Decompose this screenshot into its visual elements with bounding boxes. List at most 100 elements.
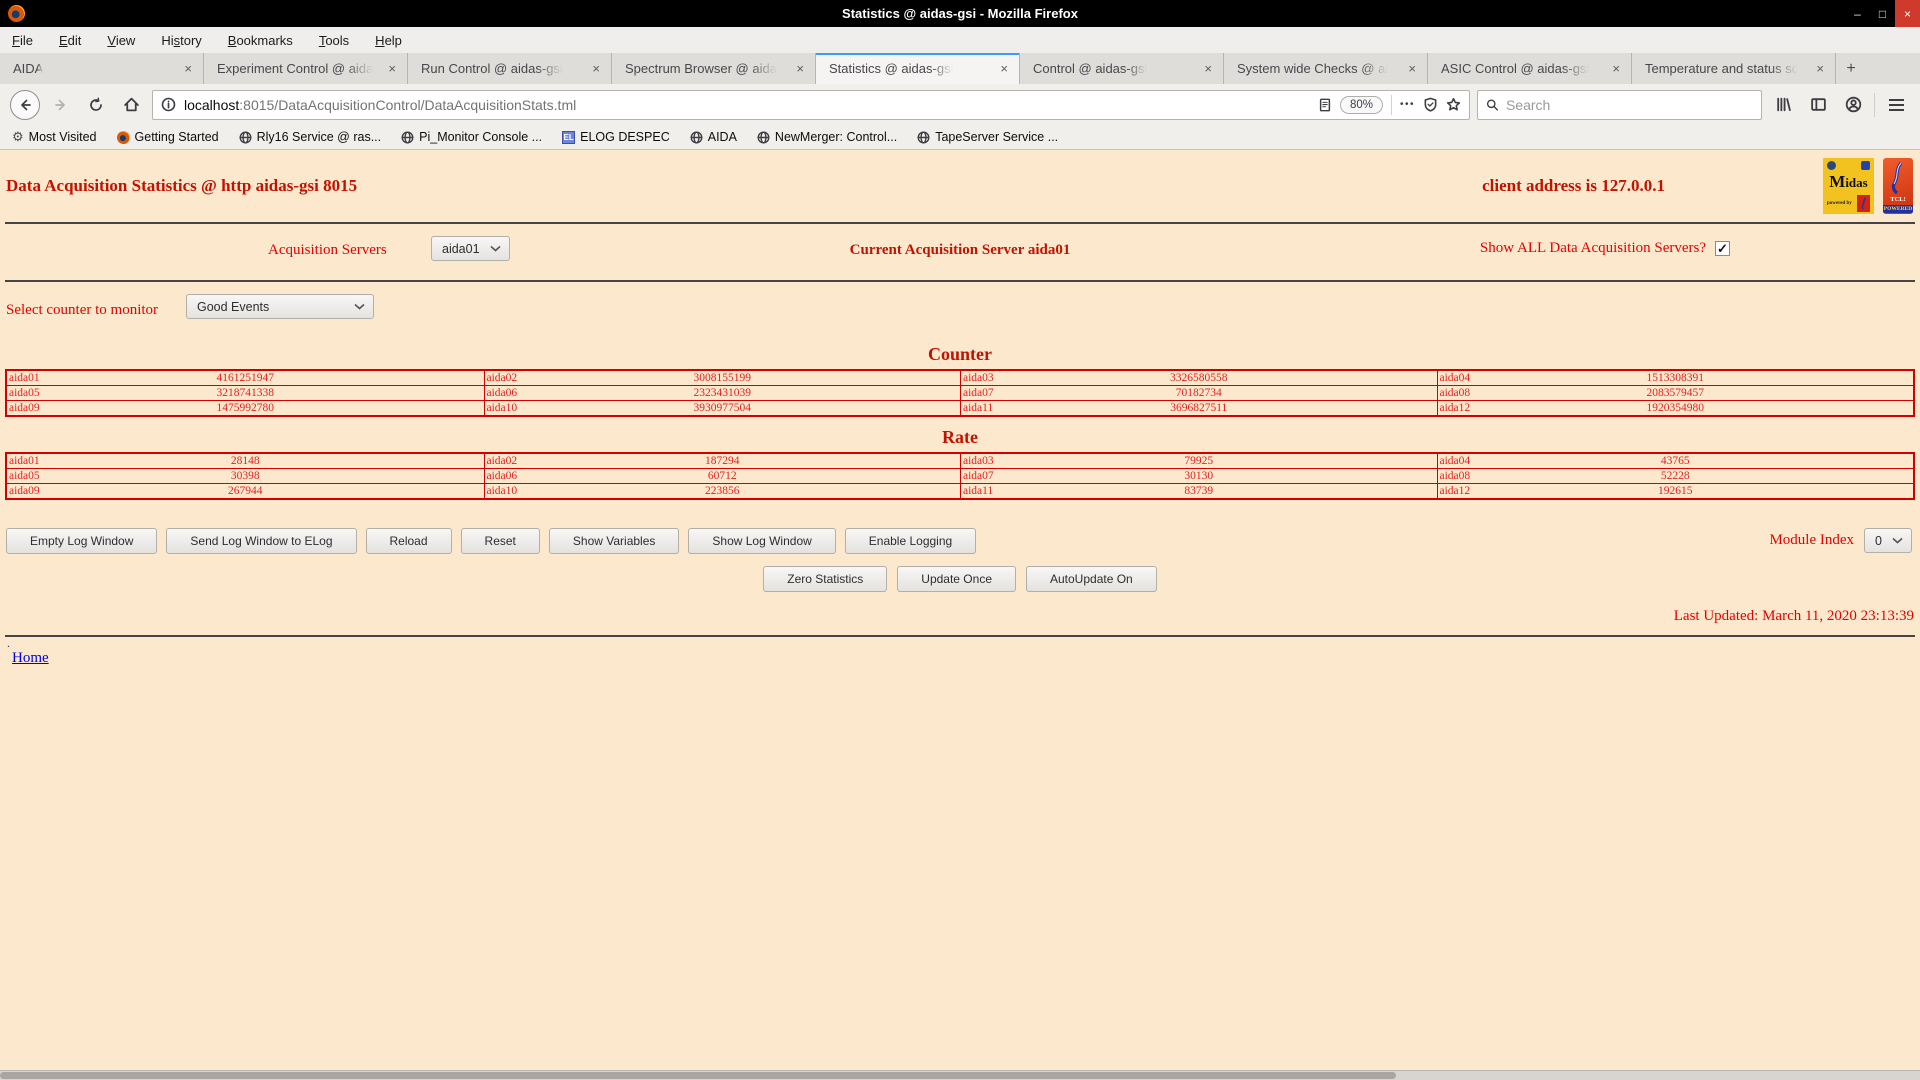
scrollbar-thumb[interactable] (0, 1072, 1396, 1079)
menu-tools[interactable]: Tools (319, 33, 349, 48)
menu-history[interactable]: History (161, 33, 201, 48)
menu-file[interactable]: File (12, 33, 33, 48)
tab-close-icon[interactable]: × (1202, 61, 1214, 76)
bookmark-star-icon[interactable] (1446, 97, 1461, 112)
midas-shield-icon (1861, 161, 1870, 170)
site-info-icon[interactable] (161, 97, 176, 112)
bookmark-most-visited[interactable]: ⚙Most Visited (12, 129, 97, 145)
new-tab-button[interactable]: + (1836, 53, 1866, 84)
tcl-powered-logo[interactable]: TCL! POWERED (1883, 158, 1913, 214)
tab-close-icon[interactable]: × (386, 61, 398, 76)
bookmark-elog-despec[interactable]: ELELOG DESPEC (562, 130, 670, 144)
maximize-button[interactable]: □ (1870, 0, 1895, 27)
dot-text: . (7, 639, 1920, 647)
tab-close-icon[interactable]: × (794, 61, 806, 76)
menu-bookmarks[interactable]: Bookmarks (228, 33, 293, 48)
tab-run-control[interactable]: Run Control @ aidas-gsi× (408, 53, 612, 84)
autoupdate-on-button[interactable]: AutoUpdate On (1026, 566, 1157, 592)
module-index-select[interactable]: 0 (1864, 528, 1912, 553)
empty-log-window-button[interactable]: Empty Log Window (6, 528, 157, 554)
tcl-feather-icon (1890, 162, 1906, 194)
bookmark-rly16-service[interactable]: Rly16 Service @ ras... (239, 130, 382, 144)
home-button[interactable] (117, 91, 145, 119)
rate-cell-aida10: aida10223856 (484, 484, 961, 498)
library-button[interactable] (1769, 91, 1797, 119)
sidebar-icon (1810, 96, 1827, 113)
tab-close-icon[interactable]: × (1406, 61, 1418, 76)
tab-close-icon[interactable]: × (1610, 61, 1622, 76)
firefox-icon (117, 131, 130, 144)
client-address: client address is 127.0.0.1 (1482, 176, 1665, 196)
show-variables-button[interactable]: Show Variables (549, 528, 680, 554)
home-link[interactable]: Home (12, 650, 49, 667)
rate-cell-aida09: aida09267944 (7, 484, 484, 498)
zero-statistics-button[interactable]: Zero Statistics (763, 566, 887, 592)
menu-help[interactable]: Help (375, 33, 402, 48)
firefox-window: Statistics @ aidas-gsi - Mozilla Firefox… (0, 0, 1920, 1080)
send-log-to-elog-button[interactable]: Send Log Window to ELog (166, 528, 356, 554)
show-log-window-button[interactable]: Show Log Window (688, 528, 835, 554)
counter-monitor-select[interactable]: Good Events (186, 294, 374, 319)
hamburger-icon (1889, 99, 1904, 111)
counter-cell-aida03: aida033326580558 (960, 371, 1437, 385)
tab-control[interactable]: Control @ aidas-gsi× (1020, 53, 1224, 84)
rate-cell-aida12: aida12192615 (1437, 484, 1914, 498)
page-actions-icon[interactable]: ••• (1400, 99, 1415, 110)
counter-heading: Counter (0, 344, 1920, 365)
menu-view[interactable]: View (107, 33, 135, 48)
minimize-button[interactable]: – (1845, 0, 1870, 27)
tab-spectrum-browser[interactable]: Spectrum Browser @ aida× (612, 53, 816, 84)
tab-temperature-status[interactable]: Temperature and status sc× (1632, 53, 1836, 84)
globe-icon (239, 131, 252, 144)
menu-edit[interactable]: Edit (59, 33, 81, 48)
enable-logging-button[interactable]: Enable Logging (845, 528, 976, 554)
tab-experiment-control[interactable]: Experiment Control @ aida× (204, 53, 408, 84)
table-row: aida0128148 aida02187294 aida0379925 aid… (7, 454, 1913, 468)
horizontal-scrollbar[interactable] (0, 1070, 1920, 1080)
bookmark-tapeserver[interactable]: TapeServer Service ... (917, 130, 1058, 144)
zoom-level-indicator[interactable]: 80% (1340, 96, 1383, 114)
shield-icon[interactable] (1423, 97, 1438, 112)
menu-button[interactable] (1882, 91, 1910, 119)
update-once-button[interactable]: Update Once (897, 566, 1016, 592)
bookmark-pi-monitor[interactable]: Pi_Monitor Console ... (401, 130, 542, 144)
tab-close-icon[interactable]: × (182, 61, 194, 76)
last-updated-text: Last Updated: March 11, 2020 23:13:39 (0, 608, 1920, 625)
tab-statistics-active[interactable]: Statistics @ aidas-gsi× (816, 53, 1020, 84)
midas-logo[interactable]: Midas powered by (1823, 158, 1874, 214)
tab-aida[interactable]: AIDA× (0, 53, 204, 84)
close-button[interactable]: × (1895, 0, 1920, 27)
rate-cell-aida08: aida0852228 (1437, 469, 1914, 483)
counter-cell-aida12: aida121920354980 (1437, 401, 1914, 415)
table-row: aida091475992780 aida103930977504 aida11… (7, 400, 1913, 415)
reload-button[interactable]: Reload (366, 528, 452, 554)
tab-close-icon[interactable]: × (998, 61, 1010, 76)
forward-button[interactable] (47, 91, 75, 119)
page-content: Data Acquisition Statistics @ http aidas… (0, 150, 1920, 1070)
show-all-servers-checkbox[interactable]: ✓ (1715, 241, 1730, 256)
sidebar-button[interactable] (1804, 91, 1832, 119)
rate-cell-aida04: aida0443765 (1437, 454, 1914, 468)
tab-system-wide-checks[interactable]: System wide Checks @ ai× (1224, 53, 1428, 84)
tab-close-icon[interactable]: × (1814, 61, 1826, 76)
home-icon (123, 96, 140, 113)
tab-asic-control[interactable]: ASIC Control @ aidas-gsi× (1428, 53, 1632, 84)
counter-cell-aida11: aida113696827511 (960, 401, 1437, 415)
bookmark-newmerger[interactable]: NewMerger: Control... (757, 130, 897, 144)
tab-close-icon[interactable]: × (590, 61, 602, 76)
reload-button[interactable] (82, 91, 110, 119)
module-index-control: Module Index 0 (1769, 528, 1912, 553)
title-bar: Statistics @ aidas-gsi - Mozilla Firefox… (0, 0, 1920, 27)
search-bar[interactable] (1477, 90, 1762, 120)
tcl-powered-text: POWERED (1883, 205, 1913, 213)
reset-button[interactable]: Reset (461, 528, 540, 554)
back-button[interactable] (10, 90, 40, 120)
account-button[interactable] (1839, 91, 1867, 119)
bookmark-aida[interactable]: AIDA (690, 130, 737, 144)
bookmark-getting-started[interactable]: Getting Started (117, 130, 219, 144)
reader-mode-icon[interactable] (1318, 98, 1332, 112)
counter-cell-aida09: aida091475992780 (7, 401, 484, 415)
url-bar[interactable]: localhost:8015/DataAcquisitionControl/Da… (152, 90, 1470, 120)
search-input[interactable] (1506, 97, 1753, 113)
midas-emblem-icon (1827, 161, 1836, 170)
